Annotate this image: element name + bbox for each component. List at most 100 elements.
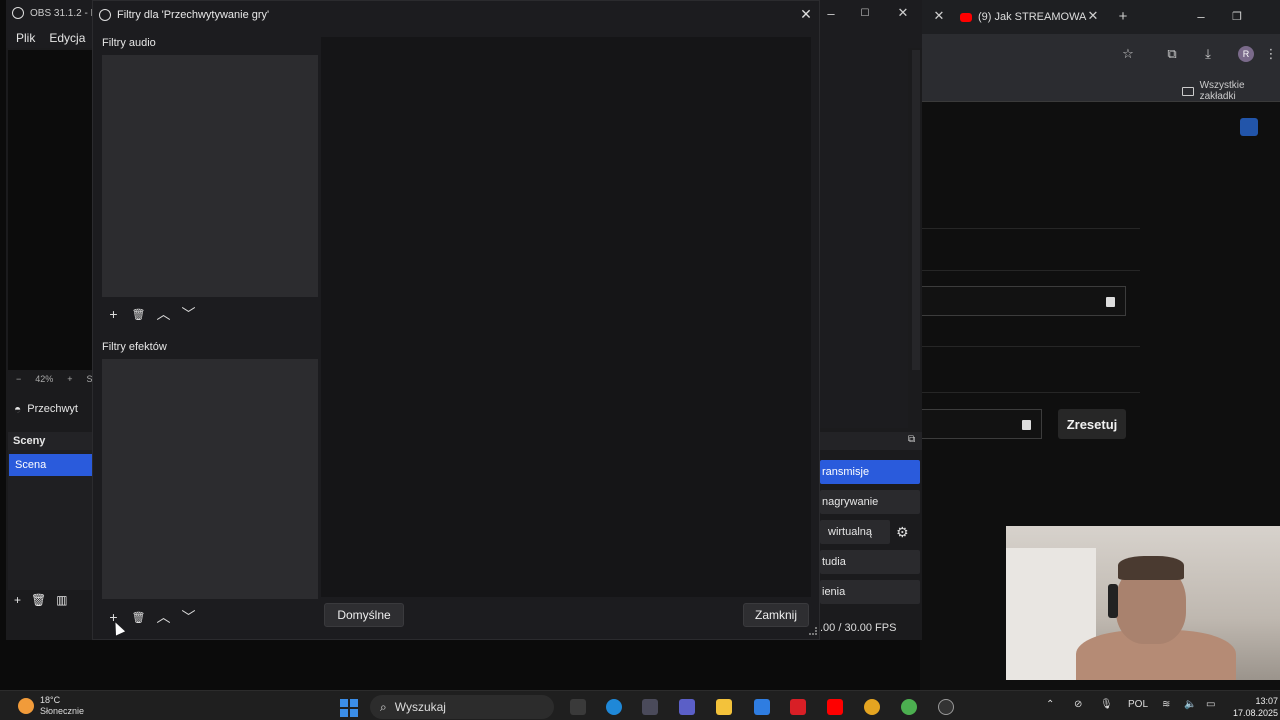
- weather-desc: Słonecznie: [40, 706, 85, 716]
- add-scene-icon[interactable]: +: [14, 593, 21, 607]
- zoom-in-button[interactable]: +: [67, 374, 72, 384]
- close-icon[interactable]: ✕: [797, 5, 815, 23]
- wifi-icon[interactable]: ≋: [1162, 699, 1170, 710]
- delete-scene-icon[interactable]: 🗑: [31, 593, 46, 607]
- scenes-header: Sceny: [8, 432, 100, 450]
- clock-time: 13:07: [1255, 696, 1278, 706]
- netflix-icon[interactable]: [790, 699, 806, 715]
- extension-badge-icon[interactable]: [1240, 118, 1258, 136]
- search-icon: ⌕: [380, 699, 387, 714]
- new-tab-icon[interactable]: +: [1116, 8, 1130, 25]
- tray-chevron-icon[interactable]: ⌃: [1046, 699, 1054, 710]
- weather-temp: 18°C: [40, 695, 61, 705]
- dialog-title: Filtry dla 'Przechwytywanie gry': [117, 9, 270, 21]
- settings-button[interactable]: ienia: [820, 580, 920, 604]
- tray-network-off-icon[interactable]: ⊘: [1074, 699, 1082, 710]
- menu-file[interactable]: Plik: [16, 31, 35, 45]
- tab-close-icon[interactable]: ✕: [932, 8, 946, 23]
- search-placeholder: Wyszukaj: [394, 700, 446, 714]
- defaults-button[interactable]: Domyślne: [324, 603, 404, 627]
- close-button[interactable]: Zamknij: [743, 603, 809, 627]
- profile-avatar[interactable]: R: [1238, 46, 1254, 62]
- dropbox-icon[interactable]: [754, 699, 770, 715]
- edge-icon[interactable]: [606, 699, 622, 715]
- audio-filters-list[interactable]: [102, 55, 318, 297]
- webcam-overlay: [1006, 526, 1280, 680]
- scene-item[interactable]: Scena: [9, 454, 99, 476]
- reset-button[interactable]: Zresetuj: [1058, 409, 1126, 439]
- zoom-level: 42%: [35, 374, 54, 384]
- effect-filters-label: Filtry efektów: [102, 341, 167, 353]
- menu-edit[interactable]: Edycja: [49, 31, 85, 45]
- start-button[interactable]: [340, 699, 358, 717]
- start-record-button[interactable]: nagrywanie: [820, 490, 920, 514]
- divider: [920, 228, 1140, 229]
- browser-tab-title: (9) Jak STREAMOWA: [978, 11, 1087, 23]
- volume-icon[interactable]: 🔈: [1184, 699, 1196, 710]
- move-down-icon[interactable]: ﹀: [176, 606, 201, 628]
- clock[interactable]: 13:07 17.08.2025: [1232, 695, 1278, 719]
- taskbar-search[interactable]: ⌕ Wyszukaj: [370, 695, 554, 719]
- scene-toolbar: + 🗑 ▥: [8, 590, 100, 610]
- all-bookmarks[interactable]: Wszystkie zakładki: [1182, 80, 1280, 102]
- battery-icon[interactable]: ▭: [1206, 699, 1215, 710]
- copy-icon[interactable]: [1106, 297, 1115, 307]
- youtube-icon: [960, 12, 972, 22]
- all-bookmarks-label: Wszystkie zakładki: [1199, 80, 1245, 102]
- close-tab-icon[interactable]: ✕: [1086, 8, 1100, 23]
- start-stream-button[interactable]: ransmisje: [820, 460, 920, 484]
- source-name: Przechwyt: [27, 403, 78, 415]
- teams-icon[interactable]: [679, 699, 695, 715]
- download-icon[interactable]: ⤓: [1200, 46, 1216, 62]
- scrollbar[interactable]: [912, 50, 920, 370]
- chrome-profile-icon[interactable]: [901, 699, 917, 715]
- audio-filters-label: Filtry audio: [102, 37, 156, 49]
- resize-grip-icon[interactable]: [809, 627, 817, 635]
- source-row[interactable]: ◓ Przechwyt: [8, 396, 100, 422]
- bookmark-star-icon[interactable]: ☆: [1120, 46, 1136, 62]
- stream-key-field[interactable]: [920, 409, 1042, 439]
- divider: [920, 270, 1140, 271]
- delete-audio-filter-icon[interactable]: 🗑: [126, 303, 151, 325]
- studio-mode-button[interactable]: tudia: [820, 550, 920, 574]
- move-up-icon[interactable]: ︿: [151, 606, 176, 628]
- stream-url-field[interactable]: [920, 286, 1126, 316]
- undock-icon[interactable]: ⧉: [908, 434, 915, 445]
- obs-right-panel: [820, 48, 908, 428]
- browser-toolbar: ☆ ⧉ ⤓ R ⋮: [920, 34, 1280, 74]
- obs-taskbar-icon[interactable]: [938, 699, 954, 715]
- menu-dots-icon[interactable]: ⋮: [1265, 46, 1278, 62]
- delete-effect-filter-icon[interactable]: 🗑: [126, 606, 151, 628]
- effect-filters-list[interactable]: [102, 359, 318, 599]
- taskbar: 18°C Słonecznie ⌕ Wyszukaj ⌃ ⊘ 🎙 POL ≋ 🔈…: [0, 690, 1280, 720]
- controls-header: ⧉: [820, 432, 922, 450]
- filter-scene-icon[interactable]: ▥: [56, 593, 67, 607]
- restore-icon[interactable]: ❐: [1230, 8, 1244, 24]
- copy-icon[interactable]: [1022, 420, 1031, 430]
- maximize-icon[interactable]: ☐: [858, 6, 872, 20]
- close-icon[interactable]: ✕: [896, 5, 910, 20]
- browser-tab[interactable]: (9) Jak STREAMOWA: [960, 6, 1100, 28]
- move-up-icon[interactable]: ︿: [151, 303, 176, 325]
- dialog-title-bar: Filtry dla 'Przechwytywanie gry': [93, 1, 819, 29]
- gear-icon[interactable]: ⚙: [896, 524, 912, 540]
- youtube-app-icon[interactable]: [827, 699, 843, 715]
- microphone-icon[interactable]: 🎙: [1100, 699, 1113, 710]
- minimize-icon[interactable]: –: [1194, 8, 1208, 24]
- sun-icon: [18, 698, 34, 714]
- weather-widget[interactable]: 18°C Słonecznie: [18, 695, 84, 717]
- language-indicator[interactable]: POL: [1128, 699, 1148, 710]
- minimize-icon[interactable]: –: [824, 6, 838, 21]
- add-audio-filter-icon[interactable]: +: [101, 303, 126, 325]
- file-explorer-icon[interactable]: [716, 699, 732, 715]
- virtual-camera-button[interactable]: wirtualną: [820, 520, 890, 544]
- task-view-icon[interactable]: [570, 699, 586, 715]
- chrome-icon[interactable]: [864, 699, 880, 715]
- headset-icon: [1108, 584, 1118, 618]
- store-icon[interactable]: [642, 699, 658, 715]
- extensions-icon[interactable]: ⧉: [1164, 46, 1180, 62]
- zoom-out-button[interactable]: −: [16, 374, 21, 384]
- filters-dialog: Filtry dla 'Przechwytywanie gry' ✕ Filtr…: [92, 0, 820, 640]
- move-down-icon[interactable]: ﹀: [176, 303, 201, 325]
- filter-preview: [321, 37, 811, 597]
